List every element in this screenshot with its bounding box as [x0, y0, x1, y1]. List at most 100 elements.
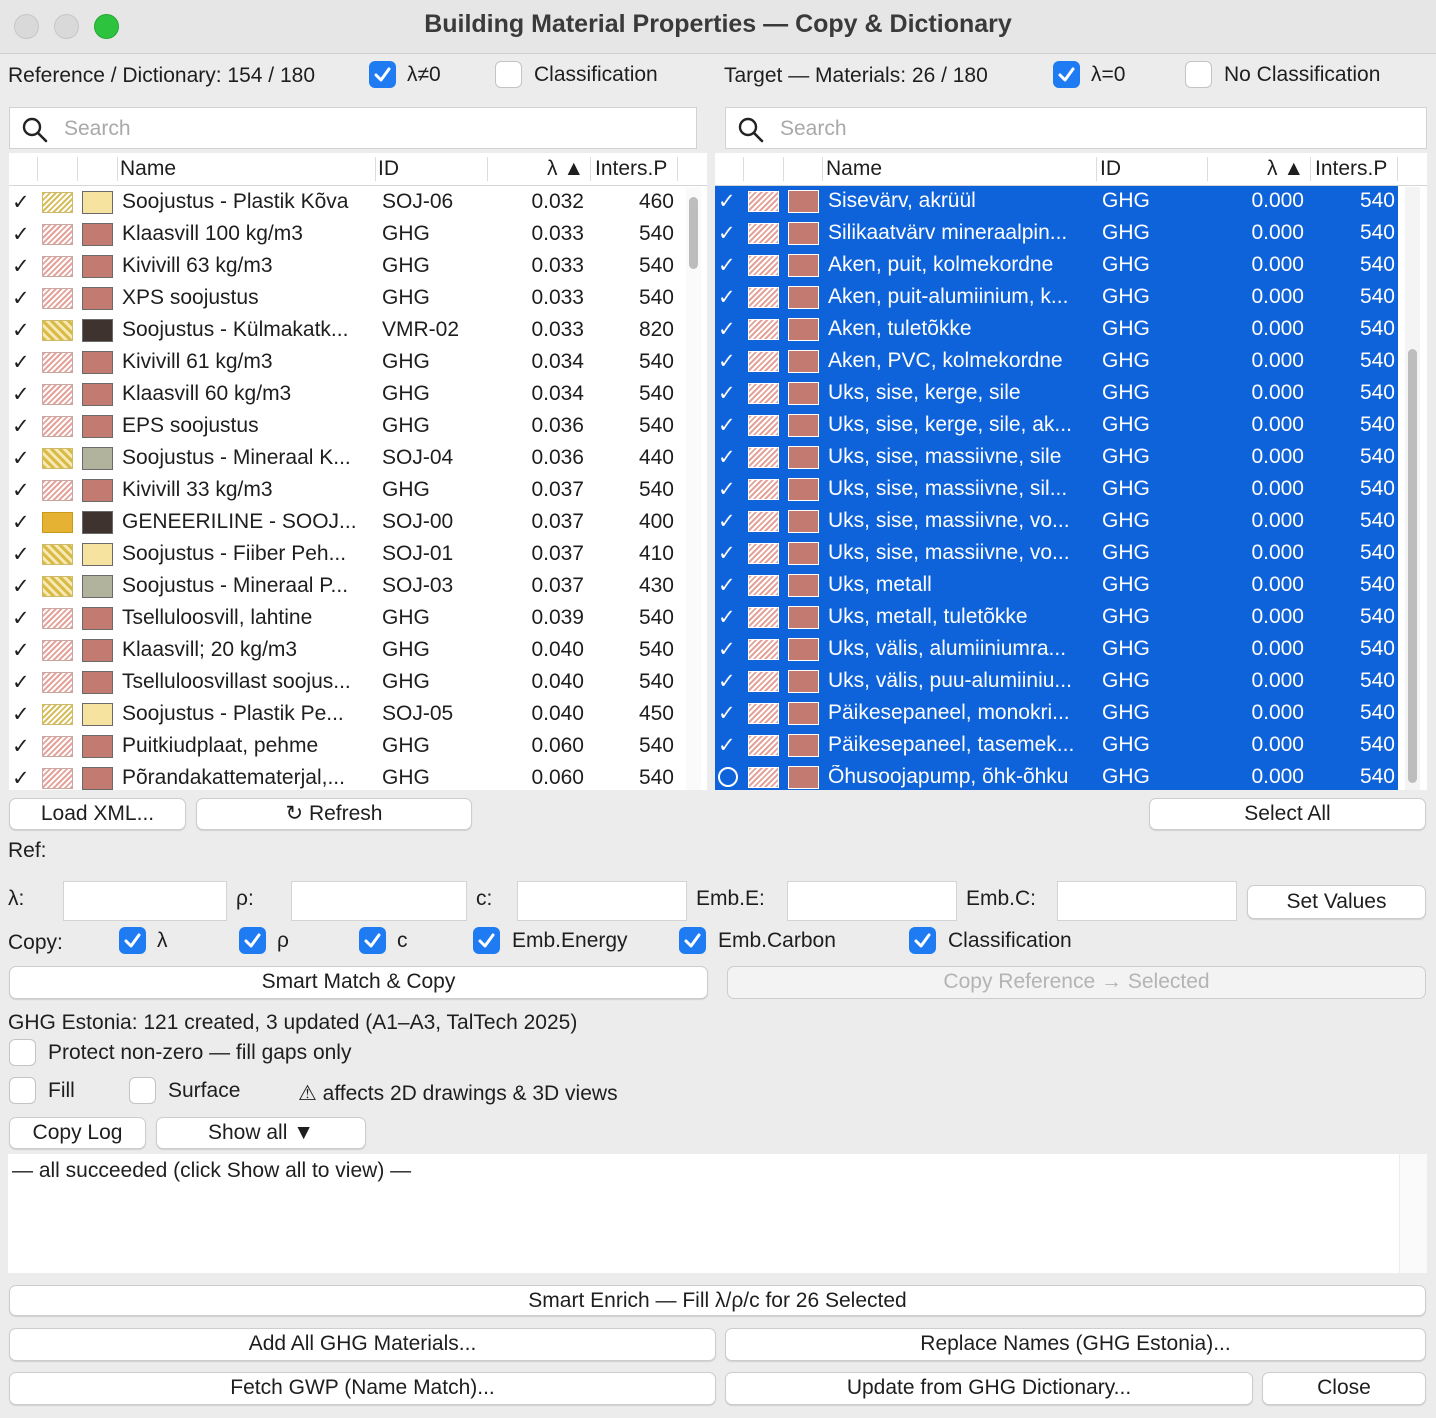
column-id[interactable]: ID: [1100, 157, 1121, 181]
column-inters[interactable]: Inters.P: [595, 157, 667, 181]
row-check-mark[interactable]: ✓: [12, 318, 30, 343]
row-check-mark[interactable]: ✓: [12, 574, 30, 599]
row-check-mark[interactable]: ✓: [12, 670, 30, 695]
row-check-mark[interactable]: ✓: [12, 254, 30, 279]
table-row[interactable]: ✓ Põrandakattematerjal,... GHG 0.060 540: [9, 763, 677, 790]
log-area[interactable]: — all succeeded (click Show all to view)…: [8, 1154, 1427, 1273]
table-row[interactable]: ✓ Soojustus - Fiiber Peh... SOJ-01 0.037 410: [9, 539, 677, 571]
row-check-mark[interactable]: ✓: [718, 509, 736, 534]
row-check-mark[interactable]: ✓: [12, 702, 30, 727]
lambda-value-field[interactable]: [63, 881, 227, 921]
table-row[interactable]: ✓ EPS soojustus GHG 0.036 540: [9, 411, 677, 443]
table-row[interactable]: ✓ Aken, puit, kolmekordne GHG 0.000 540: [715, 250, 1398, 282]
row-circle-mark[interactable]: [718, 767, 738, 787]
row-check-mark[interactable]: ✓: [12, 414, 30, 439]
copy-lambda-checkbox[interactable]: [119, 927, 146, 954]
row-check-mark[interactable]: ✓: [718, 413, 736, 438]
replace-names-button[interactable]: Replace Names (GHG Estonia)...: [725, 1328, 1426, 1361]
table-row[interactable]: ✓ Aken, puit-alumiinium, k... GHG 0.000 540: [715, 282, 1398, 314]
row-check-mark[interactable]: ✓: [718, 701, 736, 726]
row-check-mark[interactable]: ✓: [12, 542, 30, 567]
protect-nonzero-checkbox[interactable]: [9, 1039, 36, 1066]
row-check-mark[interactable]: ✓: [12, 350, 30, 375]
row-check-mark[interactable]: ✓: [718, 285, 736, 310]
select-all-button[interactable]: Select All: [1149, 798, 1426, 830]
classification-filter-checkbox[interactable]: [495, 61, 522, 88]
table-row[interactable]: ✓ Uks, sise, kerge, sile GHG 0.000 540: [715, 378, 1398, 410]
row-check-mark[interactable]: ✓: [12, 638, 30, 663]
copy-classification-checkbox[interactable]: [909, 927, 936, 954]
table-row[interactable]: ✓ Soojustus - Mineraal P... SOJ-03 0.037 430: [9, 571, 677, 603]
row-check-mark[interactable]: ✓: [12, 222, 30, 247]
table-row[interactable]: ✓ Uks, välis, alumiiniumra... GHG 0.000 540: [715, 634, 1398, 666]
table-row[interactable]: ✓ Uks, sise, kerge, sile, ak... GHG 0.000 54…: [715, 410, 1398, 442]
table-row[interactable]: ✓ GENEERILINE - SOOJ... SOJ-00 0.037 400: [9, 507, 677, 539]
copy-emb-energy-checkbox[interactable]: [473, 927, 500, 954]
smart-match-copy-button[interactable]: Smart Match & Copy: [9, 966, 708, 999]
row-check-mark[interactable]: ✓: [12, 510, 30, 535]
table-row[interactable]: ✓ Kivivill 63 kg/m3 GHG 0.033 540: [9, 251, 677, 283]
table-row[interactable]: ✓ Silikaatvärv mineraalpin... GHG 0.000 540: [715, 218, 1398, 250]
table-row[interactable]: ✓ Uks, metall GHG 0.000 540: [715, 570, 1398, 602]
emb-c-value-field[interactable]: [1057, 881, 1237, 921]
table-row[interactable]: ✓ Klaasvill 60 kg/m3 GHG 0.034 540: [9, 379, 677, 411]
table-row[interactable]: ✓ Klaasvill 100 kg/m3 GHG 0.033 540: [9, 219, 677, 251]
table-row[interactable]: ✓ Uks, sise, massiivne, sil... GHG 0.000 540: [715, 474, 1398, 506]
row-check-mark[interactable]: ✓: [12, 606, 30, 631]
refresh-button[interactable]: ↻ Refresh: [196, 798, 472, 830]
log-scrollbar[interactable]: [1399, 1154, 1427, 1273]
row-check-mark[interactable]: ✓: [718, 669, 736, 694]
copy-reference-selected-button[interactable]: Copy Reference → Selected: [727, 966, 1426, 999]
table-row[interactable]: ✓ Uks, metall, tuletõkke GHG 0.000 540: [715, 602, 1398, 634]
row-check-mark[interactable]: ✓: [12, 766, 30, 790]
lambda-zero-checkbox[interactable]: [1053, 61, 1080, 88]
row-check-mark[interactable]: ✓: [12, 478, 30, 503]
table-row[interactable]: ✓ Soojustus - Külmakatk... VMR-02 0.033 820: [9, 315, 677, 347]
row-check-mark[interactable]: ✓: [12, 190, 30, 215]
column-name[interactable]: Name: [826, 157, 882, 181]
table-row[interactable]: ✓ Puitkiudplaat, pehme GHG 0.060 540: [9, 731, 677, 763]
reference-table[interactable]: Name ID λ ▲ Inters.P ✓ Soojustus - Plasti…: [9, 153, 707, 790]
target-scrollbar[interactable]: [1405, 187, 1420, 790]
smart-enrich-button[interactable]: Smart Enrich — Fill λ/ρ/c for 26 Selecte…: [9, 1285, 1426, 1316]
lambda-nonzero-checkbox[interactable]: [369, 61, 396, 88]
table-row[interactable]: ✓ Uks, sise, massiivne, vo... GHG 0.000 540: [715, 538, 1398, 570]
table-row[interactable]: ✓ Kivivill 33 kg/m3 GHG 0.037 540: [9, 475, 677, 507]
row-check-mark[interactable]: ✓: [718, 445, 736, 470]
column-name[interactable]: Name: [120, 157, 176, 181]
update-ghg-button[interactable]: Update from GHG Dictionary...: [725, 1372, 1253, 1405]
row-check-mark[interactable]: ✓: [12, 446, 30, 471]
table-row[interactable]: ✓ Tselluloosvill, lahtine GHG 0.039 540: [9, 603, 677, 635]
table-row[interactable]: ✓ Klaasvill; 20 kg/m3 GHG 0.040 540: [9, 635, 677, 667]
set-values-button[interactable]: Set Values: [1247, 885, 1426, 919]
row-check-mark[interactable]: ✓: [12, 734, 30, 759]
reference-scrollbar[interactable]: [686, 187, 701, 790]
copy-c-checkbox[interactable]: [359, 927, 386, 954]
table-row[interactable]: ✓ Tselluloosvillast soojus... GHG 0.040 540: [9, 667, 677, 699]
row-check-mark[interactable]: ✓: [718, 541, 736, 566]
table-row[interactable]: ✓ Soojustus - Plastik Pe... SOJ-05 0.040 450: [9, 699, 677, 731]
row-check-mark[interactable]: ✓: [12, 286, 30, 311]
add-all-ghg-button[interactable]: Add All GHG Materials...: [9, 1328, 716, 1361]
row-check-mark[interactable]: ✓: [12, 382, 30, 407]
table-row[interactable]: Õhusoojapump, õhk-õhku GHG 0.000 540: [715, 762, 1398, 790]
table-row[interactable]: ✓ Sisevärv, akrüül GHG 0.000 540: [715, 186, 1398, 218]
target-search-input[interactable]: Search: [725, 107, 1427, 149]
table-row[interactable]: ✓ Aken, tuletõkke GHG 0.000 540: [715, 314, 1398, 346]
table-row[interactable]: ✓ Aken, PVC, kolmekordne GHG 0.000 540: [715, 346, 1398, 378]
table-row[interactable]: ✓ XPS soojustus GHG 0.033 540: [9, 283, 677, 315]
table-row[interactable]: ✓ Uks, välis, puu-alumiiniu... GHG 0.000 540: [715, 666, 1398, 698]
table-row[interactable]: ✓ Uks, sise, massiivne, sile GHG 0.000 540: [715, 442, 1398, 474]
column-inters[interactable]: Inters.P: [1315, 157, 1387, 181]
emb-e-value-field[interactable]: [787, 881, 957, 921]
close-button[interactable]: Close: [1262, 1372, 1426, 1405]
table-row[interactable]: ✓ Soojustus - Plastik Kõva SOJ-06 0.032 460: [9, 187, 677, 219]
copy-rho-checkbox[interactable]: [239, 927, 266, 954]
copy-log-button[interactable]: Copy Log: [9, 1117, 146, 1149]
row-check-mark[interactable]: ✓: [718, 733, 736, 758]
c-value-field[interactable]: [517, 881, 687, 921]
column-lambda[interactable]: λ ▲: [1267, 157, 1304, 181]
copy-emb-carbon-checkbox[interactable]: [679, 927, 706, 954]
load-xml-button[interactable]: Load XML...: [9, 798, 186, 830]
row-check-mark[interactable]: ✓: [718, 477, 736, 502]
